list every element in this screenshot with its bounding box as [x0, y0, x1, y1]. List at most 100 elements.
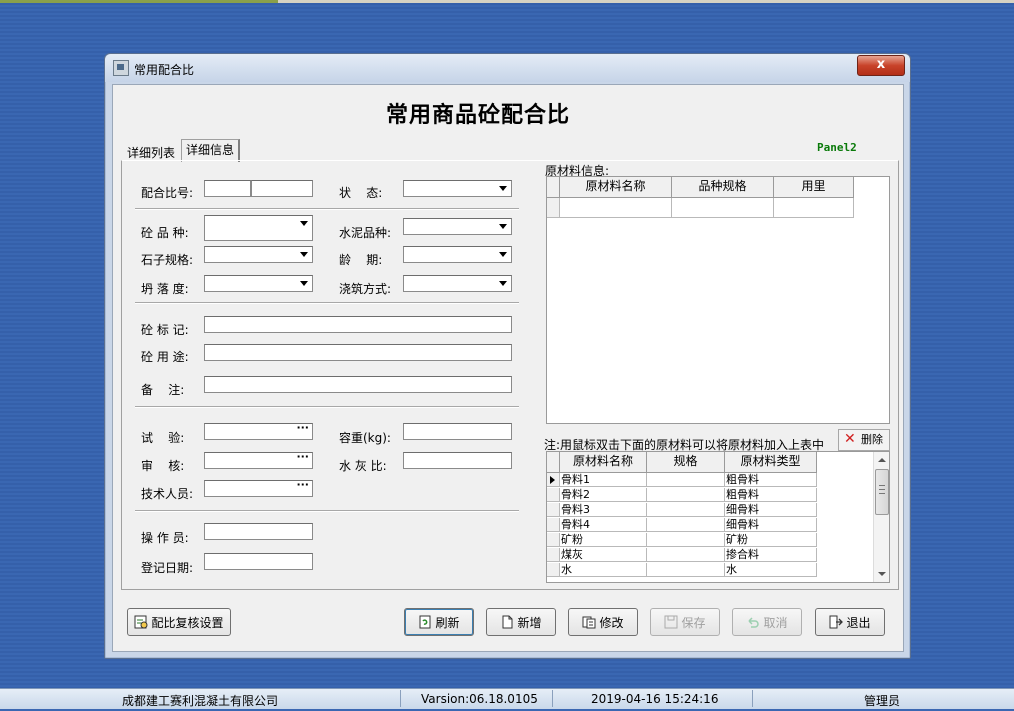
status-version: Varsion:06.18.0105 — [421, 692, 538, 706]
status-divider — [400, 690, 401, 707]
material-type-cell[interactable]: 矿粉 — [725, 533, 817, 547]
ellipsis-icon[interactable]: ··· — [296, 450, 309, 463]
status-user: 管理员 — [864, 694, 901, 708]
concrete-type-select[interactable] — [204, 215, 313, 241]
material-spec-cell[interactable] — [647, 518, 725, 532]
raw-material-grid[interactable]: 原材料名称 品种规格 用里 — [546, 176, 890, 424]
material-spec-cell[interactable] — [647, 503, 725, 517]
delete-button-label: 删除 — [861, 433, 883, 446]
grid-cell[interactable] — [672, 198, 774, 218]
row-indicator — [547, 503, 560, 517]
row-indicator — [547, 518, 560, 532]
slump-select[interactable] — [204, 275, 313, 292]
row-indicator — [547, 548, 560, 562]
concrete-type-label: 砼 品 种: — [141, 226, 189, 240]
concrete-mark-label: 砼 标 记: — [141, 323, 189, 337]
save-button[interactable]: 保存 — [650, 608, 720, 636]
cancel-button[interactable]: 取消 — [732, 608, 802, 636]
column-header[interactable]: 品种规格 — [672, 177, 774, 198]
exit-label: 退出 — [846, 616, 871, 630]
column-header[interactable]: 规格 — [647, 452, 725, 473]
concrete-use-field[interactable] — [204, 344, 512, 361]
row-indicator — [547, 563, 560, 577]
material-type-cell[interactable]: 掺合料 — [725, 548, 817, 562]
window-titlebar[interactable]: 常用配合比 x — [105, 54, 910, 82]
material-name-cell[interactable]: 矿粉 — [560, 533, 647, 547]
material-type-cell[interactable]: 粗骨料 — [725, 473, 817, 487]
divider — [135, 406, 519, 408]
scroll-down-icon[interactable] — [878, 572, 886, 576]
new-button[interactable]: 新增 — [486, 608, 556, 636]
stone-spec-select[interactable] — [204, 246, 313, 263]
test-field[interactable]: ··· — [204, 421, 313, 440]
material-list-grid[interactable]: 原材料名称 规格 原材料类型 骨料1 粗骨料 骨料2 粗骨料 骨料3 细骨料 骨料4 细骨料矿… — [546, 451, 890, 583]
column-header[interactable]: 原材料类型 — [725, 452, 817, 473]
review-settings-icon — [134, 611, 148, 629]
divider — [135, 208, 519, 210]
row-indicator — [547, 473, 560, 487]
review-field[interactable]: ··· — [204, 450, 313, 469]
concrete-mark-field[interactable] — [204, 316, 512, 333]
status-select[interactable] — [403, 180, 512, 197]
modify-button[interactable]: 修改 — [568, 608, 638, 636]
material-name-cell[interactable]: 煤灰 — [560, 548, 647, 562]
technician-label: 技术人员: — [141, 487, 194, 501]
exit-button[interactable]: 退出 — [815, 608, 885, 636]
ellipsis-icon[interactable]: ··· — [296, 478, 309, 491]
grid-cell[interactable] — [774, 198, 854, 218]
material-spec-cell[interactable] — [647, 533, 725, 547]
tab-detail-info[interactable]: 详细信息 — [181, 139, 241, 162]
material-spec-cell[interactable] — [647, 473, 725, 487]
column-header[interactable]: 用里 — [774, 177, 854, 198]
age-label: 龄 期: — [339, 253, 383, 267]
density-field[interactable] — [403, 423, 512, 440]
column-header[interactable]: 原材料名称 — [560, 452, 647, 473]
mix-no-prefix-field[interactable] — [204, 180, 251, 197]
material-type-cell[interactable]: 粗骨料 — [725, 488, 817, 502]
refresh-button[interactable]: 刷新 — [404, 608, 474, 636]
age-select[interactable] — [403, 246, 512, 263]
app-icon — [113, 60, 129, 76]
material-type-cell[interactable]: 细骨料 — [725, 503, 817, 517]
close-button[interactable]: x — [857, 55, 905, 76]
divider — [135, 510, 519, 512]
operator-field[interactable] — [204, 523, 313, 540]
material-name-cell[interactable]: 骨料3 — [560, 503, 647, 517]
reg-date-label: 登记日期: — [141, 561, 194, 575]
review-settings-button[interactable]: 配比复核设置 — [127, 608, 231, 636]
cement-type-select[interactable] — [403, 218, 512, 235]
scroll-up-icon[interactable] — [878, 458, 886, 462]
window-title: 常用配合比 — [134, 63, 195, 77]
save-icon — [664, 611, 678, 629]
material-name-cell[interactable]: 水 — [560, 563, 647, 577]
technician-field[interactable]: ··· — [204, 478, 313, 497]
material-name-cell[interactable]: 骨料1 — [560, 473, 647, 487]
row-indicator — [547, 488, 560, 502]
material-type-cell[interactable]: 水 — [725, 563, 817, 577]
status-company: 成都建工赛利混凝土有限公司 — [122, 694, 279, 708]
material-spec-cell[interactable] — [647, 488, 725, 502]
material-name-cell[interactable]: 骨料2 — [560, 488, 647, 502]
material-type-cell[interactable]: 细骨料 — [725, 518, 817, 532]
page-title: 常用商品砼配合比 — [385, 102, 570, 128]
delete-button[interactable]: ✕ 删除 — [838, 429, 890, 451]
material-name-cell[interactable]: 骨料4 — [560, 518, 647, 532]
column-header[interactable]: 原材料名称 — [560, 177, 672, 198]
status-label: 状 态: — [339, 186, 383, 200]
cancel-label: 取消 — [763, 616, 788, 630]
reg-date-field[interactable] — [204, 553, 313, 570]
material-spec-cell[interactable] — [647, 563, 725, 577]
remarks-field[interactable] — [204, 376, 512, 393]
scroll-thumb[interactable] — [875, 469, 889, 515]
grid-cell[interactable] — [560, 198, 672, 218]
new-label: 新增 — [517, 616, 542, 630]
vertical-scrollbar[interactable] — [873, 452, 889, 582]
wc-ratio-field[interactable] — [403, 452, 512, 469]
refresh-label: 刷新 — [435, 616, 460, 630]
pour-method-select[interactable] — [403, 275, 512, 292]
ellipsis-icon[interactable]: ··· — [296, 421, 309, 434]
mix-no-field[interactable] — [251, 180, 313, 197]
remarks-label: 备 注: — [141, 383, 185, 397]
material-spec-cell[interactable] — [647, 548, 725, 562]
row-indicator — [547, 198, 560, 218]
